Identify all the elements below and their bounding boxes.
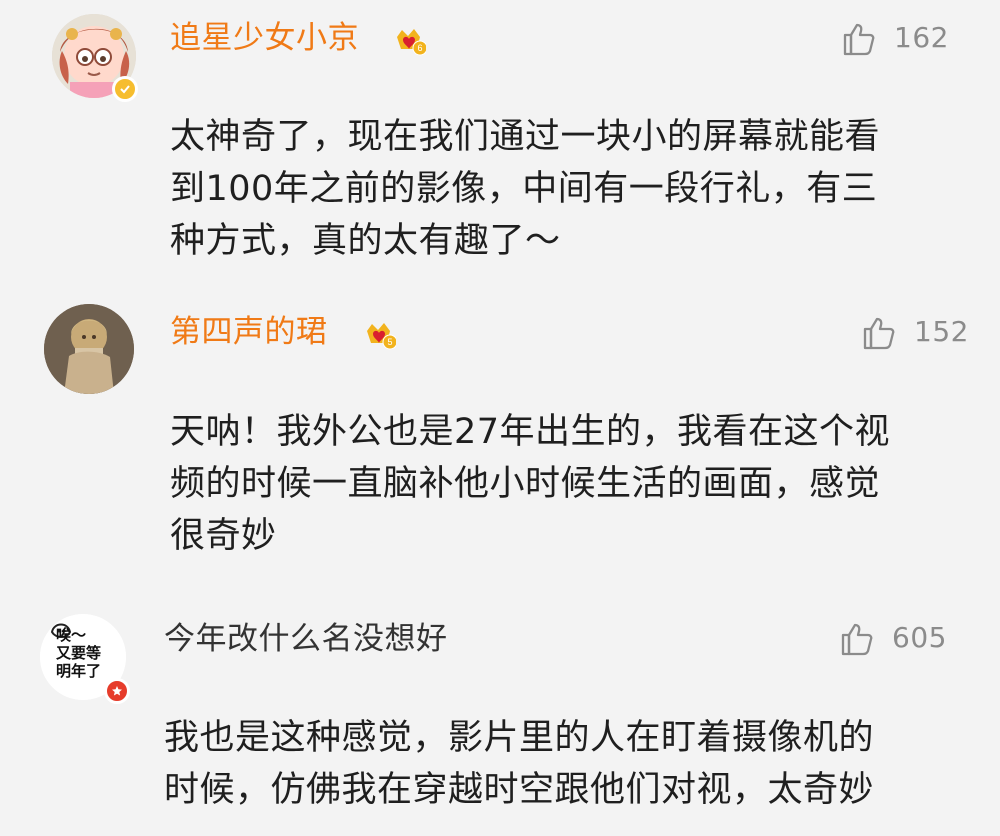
comment-item: 唉～ 又要等 明年了 今年改什么名没想好 605 我也是这种感觉，影片里的人在盯… — [0, 602, 1000, 836]
like-count: 605 — [892, 621, 947, 654]
comment-item: 追星少女小京 6 162 太神奇了，现在我们通过一块小的屏幕就能看 到100年之… — [0, 0, 1000, 290]
crown-vip-icon: 5 — [367, 323, 396, 350]
like-count: 152 — [914, 315, 969, 348]
username[interactable]: 今年改什么名没想好 — [164, 619, 448, 659]
thumbs-up-icon — [843, 23, 875, 56]
svg-text:5: 5 — [387, 337, 392, 347]
comment-list: 追星少女小京 6 162 太神奇了，现在我们通过一块小的屏幕就能看 到100年之… — [0, 0, 1000, 836]
like-button[interactable]: 162 — [840, 18, 949, 58]
username[interactable]: 追星少女小京 — [170, 18, 359, 58]
like-count: 162 — [894, 21, 949, 54]
crown-vip-icon: 6 — [397, 29, 426, 56]
avatar[interactable] — [52, 14, 138, 102]
avatar-image — [44, 304, 134, 394]
thumbs-up-icon — [841, 623, 873, 656]
thumbs-up-icon — [863, 317, 895, 350]
like-button[interactable]: 152 — [860, 312, 969, 352]
svg-text:6: 6 — [417, 43, 422, 53]
avatar-caption: 唉～ 又要等 明年了 — [56, 626, 102, 680]
like-button[interactable]: 605 — [838, 618, 947, 658]
username[interactable]: 第四声的珺 — [170, 312, 328, 352]
comment-item: 第四声的珺 5 152 天呐！我外公也是27年出生的，我看在这个视 频的时候一直… — [0, 294, 1000, 584]
comment-text: 我也是这种感觉，影片里的人在盯着摄像机的 时候，仿佛我在穿越时空跟他们对视，太奇… — [164, 718, 875, 810]
avatar[interactable] — [44, 304, 134, 394]
comment-text: 天呐！我外公也是27年出生的，我看在这个视 频的时候一直脑补他小时候生活的画面，… — [170, 412, 891, 556]
comment-text: 太神奇了，现在我们通过一块小的屏幕就能看 到100年之前的影像，中间有一段行礼，… — [170, 117, 881, 261]
red-badge-icon — [104, 678, 130, 704]
avatar[interactable]: 唉～ 又要等 明年了 — [40, 614, 130, 704]
verified-badge-icon — [112, 76, 138, 102]
